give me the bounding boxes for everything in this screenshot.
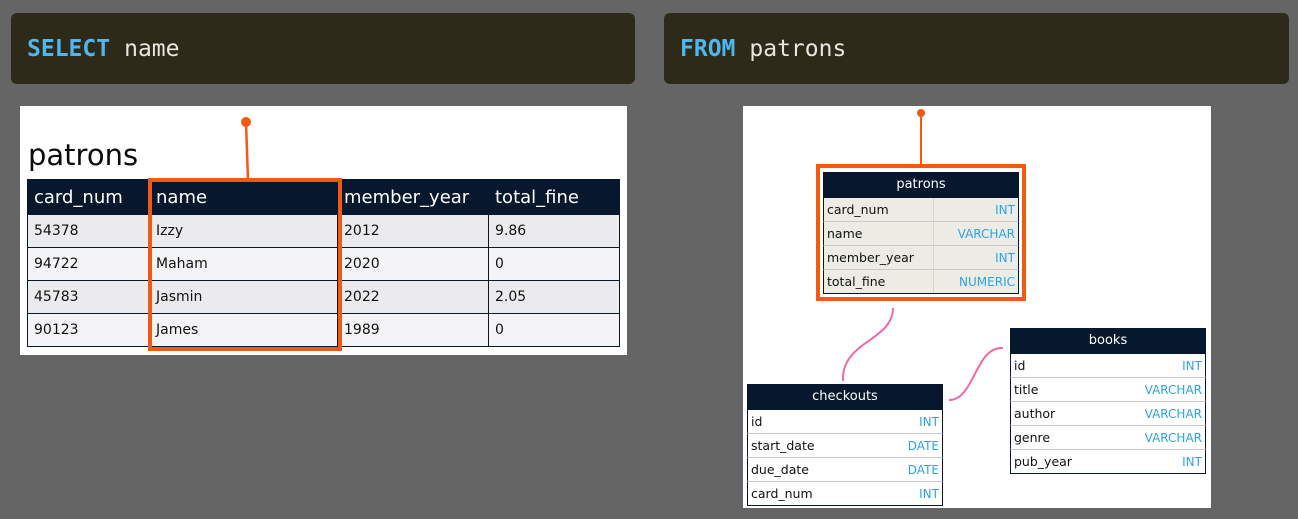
field-name: card_num (751, 486, 813, 501)
table-cell: 2012 (337, 214, 489, 248)
field-name: pub_year (1014, 454, 1072, 469)
field-type: INT (919, 486, 939, 501)
field-name: card_num (827, 198, 934, 221)
field-type: VARCHAR (1144, 382, 1202, 397)
entity-title: books (1010, 328, 1206, 354)
checkouts-entity: checkouts id INT start_date DATE due_date D… (747, 384, 943, 506)
field-type: DATE (907, 438, 939, 453)
field-row: genre VARCHAR (1010, 426, 1206, 450)
field-row: card_num INT (747, 482, 943, 506)
field-row: pub_year INT (1010, 450, 1206, 474)
field-row: due_date DATE (747, 458, 943, 482)
field-type: INT (919, 414, 939, 429)
table-cell: 2022 (337, 280, 489, 314)
field-name: member_year (827, 246, 934, 269)
table-cell: Jasmin (149, 280, 338, 314)
field-type: VARCHAR (957, 226, 1015, 241)
column-header: total_fine (488, 179, 620, 215)
from-keyword: FROM (680, 35, 736, 62)
from-table: patrons (749, 35, 847, 62)
field-name: title (1014, 382, 1039, 397)
table-cell: 0 (488, 313, 620, 347)
table-cell: 2.05 (488, 280, 620, 314)
table-row: 45783 Jasmin 2022 2.05 (27, 280, 620, 314)
field-name: due_date (751, 462, 809, 477)
table-cell: Maham (149, 247, 338, 281)
field-row: card_num INT (823, 198, 1019, 222)
field-row: member_year INT (823, 246, 1019, 270)
field-type: DATE (907, 462, 939, 477)
highlight-pin-line (244, 121, 250, 181)
entity-title: patrons (823, 172, 1019, 198)
table-row: 54378 Izzy 2012 9.86 (27, 214, 620, 248)
table-cell: 45783 (27, 280, 150, 314)
highlight-pin-dot (241, 117, 251, 127)
checkouts-books-relation (948, 346, 1004, 401)
field-name: start_date (751, 438, 815, 453)
table-title: patrons (28, 138, 139, 172)
field-row: total_fine NUMERIC (823, 270, 1019, 294)
field-name: id (1014, 358, 1026, 373)
entity-title: checkouts (747, 384, 943, 410)
patrons-data-table: card_num name member_year total_fine 543… (27, 179, 620, 347)
select-keyword: SELECT (27, 35, 111, 62)
field-row: title VARCHAR (1010, 378, 1206, 402)
books-entity: books id INT title VARCHAR author VARCHAR g… (1010, 328, 1206, 474)
field-type: VARCHAR (1144, 430, 1202, 445)
patrons-entity: patrons card_num INT name VARCHAR member_y… (823, 172, 1019, 294)
column-header: card_num (27, 179, 150, 215)
table-cell: Izzy (149, 214, 338, 248)
schema-diagram-panel: patrons card_num INT name VARCHAR member_y… (743, 106, 1211, 508)
from-clause-box: FROM patrons (664, 13, 1289, 84)
column-header: member_year (337, 179, 489, 215)
select-column: name (124, 35, 180, 62)
field-row: start_date DATE (747, 434, 943, 458)
patrons-table-panel: patrons card_num name member_year total_… (20, 106, 627, 355)
table-row: 90123 James 1989 0 (27, 313, 620, 347)
patrons-checkouts-relation (841, 307, 894, 382)
field-type: INT (995, 250, 1015, 265)
select-clause-box: SELECT name (11, 13, 635, 84)
field-name: id (751, 414, 763, 429)
field-type: VARCHAR (1144, 406, 1202, 421)
table-cell: 0 (488, 247, 620, 281)
field-row: id INT (1010, 354, 1206, 378)
field-row: id INT (747, 410, 943, 434)
table-header-row: card_num name member_year total_fine (27, 179, 620, 215)
table-cell: 54378 (27, 214, 150, 248)
field-type: INT (1182, 358, 1202, 373)
table-row: 94722 Maham 2020 0 (27, 247, 620, 281)
field-name: genre (1014, 430, 1051, 445)
table-cell: 2020 (337, 247, 489, 281)
field-name: author (1014, 406, 1056, 421)
field-type: INT (1182, 454, 1202, 469)
table-cell: James (149, 313, 338, 347)
table-cell: 1989 (337, 313, 489, 347)
column-header: name (149, 179, 338, 215)
field-name: total_fine (827, 270, 934, 293)
field-name: name (827, 222, 934, 245)
table-cell: 94722 (27, 247, 150, 281)
field-row: name VARCHAR (823, 222, 1019, 246)
field-type: NUMERIC (959, 274, 1015, 289)
field-type: INT (995, 202, 1015, 217)
table-cell: 90123 (27, 313, 150, 347)
table-cell: 9.86 (488, 214, 620, 248)
field-row: author VARCHAR (1010, 402, 1206, 426)
